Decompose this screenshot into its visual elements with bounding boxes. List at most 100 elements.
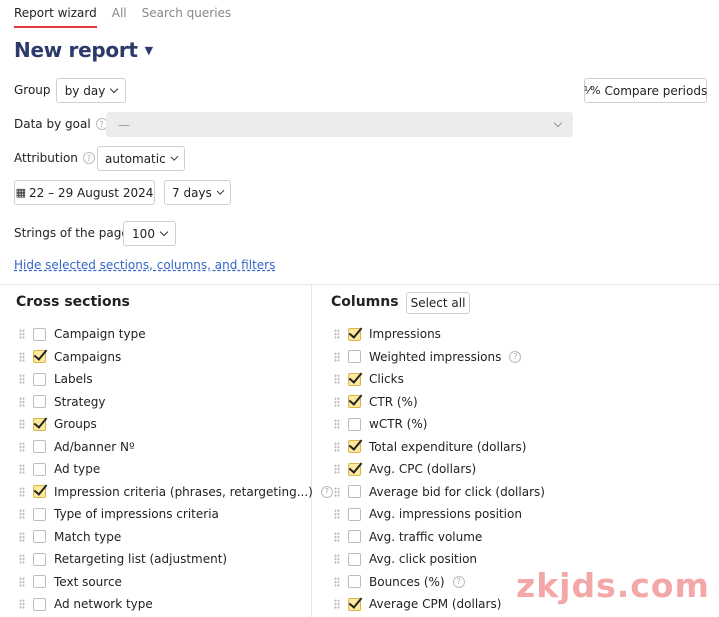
select-all-button[interactable]: Select all — [406, 292, 470, 314]
drag-handle-icon[interactable] — [334, 464, 340, 475]
checkbox[interactable] — [33, 440, 46, 454]
drag-handle-icon[interactable] — [334, 531, 340, 542]
columns-item[interactable]: Total expenditure (dollars) — [334, 436, 545, 459]
checkbox[interactable] — [348, 507, 361, 521]
checkbox[interactable] — [348, 350, 361, 364]
checkbox[interactable] — [348, 530, 361, 544]
checkbox[interactable] — [33, 350, 46, 364]
checkbox[interactable] — [348, 372, 361, 386]
columns-item[interactable]: Average bid for click (dollars) — [334, 481, 545, 504]
drag-handle-icon[interactable] — [19, 329, 25, 340]
hide-selected-link[interactable]: Hide selected sections, columns, and fil… — [14, 258, 275, 272]
drag-handle-icon[interactable] — [334, 509, 340, 520]
checkbox[interactable] — [33, 485, 46, 499]
date-range-button[interactable]: ▦ 22 – 29 August 2024 — [14, 180, 155, 205]
columns-item[interactable]: wCTR (%) — [334, 413, 545, 436]
columns-item[interactable]: Weighted impressions? — [334, 346, 545, 369]
columns-item[interactable]: CTR (%) — [334, 391, 545, 414]
drag-handle-icon[interactable] — [334, 396, 340, 407]
checkbox[interactable] — [348, 327, 361, 341]
cross_sections-item[interactable]: Type of impressions criteria — [19, 503, 333, 526]
cross_sections-item[interactable]: Retargeting list (adjustment) — [19, 548, 333, 571]
checkbox[interactable] — [33, 395, 46, 409]
cross_sections-item[interactable]: Strategy — [19, 391, 333, 414]
checkbox[interactable] — [33, 327, 46, 341]
checkbox[interactable] — [348, 485, 361, 499]
checkbox[interactable] — [348, 462, 361, 476]
checkbox[interactable] — [33, 417, 46, 431]
drag-handle-icon[interactable] — [19, 531, 25, 542]
tab-all[interactable]: All — [112, 6, 127, 28]
cross_sections-item[interactable]: Ad/banner Nº — [19, 436, 333, 459]
drag-handle-icon[interactable] — [334, 441, 340, 452]
drag-handle-icon[interactable] — [334, 599, 340, 610]
tab-report-wizard[interactable]: Report wizard — [14, 6, 97, 28]
date-range-label: 22 – 29 August 2024 — [29, 185, 154, 200]
drag-handle-icon[interactable] — [19, 419, 25, 430]
cross_sections-item[interactable]: Ad network type — [19, 593, 333, 616]
cross_sections-item[interactable]: Match type — [19, 526, 333, 549]
checkbox[interactable] — [33, 597, 46, 611]
question-circle-icon[interactable]: ? — [509, 350, 522, 363]
drag-handle-icon[interactable] — [334, 419, 340, 430]
columns-item[interactable]: Avg. impressions position — [334, 503, 545, 526]
drag-handle-icon[interactable] — [334, 329, 340, 340]
checkbox[interactable] — [348, 395, 361, 409]
drag-handle-icon[interactable] — [334, 554, 340, 565]
columns-item-label: wCTR (%) — [369, 417, 428, 432]
columns-item[interactable]: Avg. click position — [334, 548, 545, 571]
checkbox[interactable] — [33, 530, 46, 544]
drag-handle-icon[interactable] — [19, 599, 25, 610]
question-circle-icon[interactable]: ? — [452, 575, 465, 588]
drag-handle-icon[interactable] — [19, 464, 25, 475]
checkbox[interactable] — [33, 507, 46, 521]
checkbox[interactable] — [348, 417, 361, 431]
group-select[interactable]: by day — [56, 78, 126, 103]
drag-handle-icon[interactable] — [334, 351, 340, 362]
columns-item[interactable]: Avg. traffic volume — [334, 526, 545, 549]
goal-select[interactable]: — — [106, 112, 573, 137]
columns-item[interactable]: Average CPM (dollars) — [334, 593, 545, 616]
cross_sections-item[interactable]: Labels — [19, 368, 333, 391]
cross_sections-item[interactable]: Groups — [19, 413, 333, 436]
cross_sections-item[interactable]: Campaign type — [19, 323, 333, 346]
checkbox[interactable] — [348, 552, 361, 566]
drag-handle-icon[interactable] — [19, 441, 25, 452]
drag-handle-icon[interactable] — [19, 554, 25, 565]
drag-handle-icon[interactable] — [19, 374, 25, 385]
columns-item[interactable]: Bounces (%)? — [334, 571, 545, 594]
checkbox[interactable] — [33, 372, 46, 386]
columns-item[interactable]: Clicks — [334, 368, 545, 391]
cross_sections-item-label: Retargeting list (adjustment) — [54, 552, 228, 567]
report-title-dropdown[interactable]: New report ▼ — [14, 38, 153, 62]
checkbox[interactable] — [348, 440, 361, 454]
checkbox[interactable] — [33, 462, 46, 476]
question-circle-icon[interactable]: ? — [82, 152, 95, 164]
cross_sections-item[interactable]: Ad type — [19, 458, 333, 481]
tab-search-queries[interactable]: Search queries — [142, 6, 232, 28]
drag-handle-icon[interactable] — [19, 351, 25, 362]
goal-label: Data by goal — [14, 117, 91, 131]
checkbox[interactable] — [348, 575, 361, 589]
cross_sections-item[interactable]: Campaigns — [19, 346, 333, 369]
columns-item[interactable]: Impressions — [334, 323, 545, 346]
drag-handle-icon[interactable] — [334, 486, 340, 497]
drag-handle-icon[interactable] — [334, 576, 340, 587]
cross_sections-item[interactable]: Impression criteria (phrases, retargetin… — [19, 481, 333, 504]
drag-handle-icon[interactable] — [19, 509, 25, 520]
drag-handle-icon[interactable] — [19, 576, 25, 587]
drag-handle-icon[interactable] — [19, 396, 25, 407]
checkbox[interactable] — [33, 575, 46, 589]
checkbox[interactable] — [33, 552, 46, 566]
compare-periods-button[interactable]: ⅟% Compare periods — [584, 78, 707, 103]
attribution-select[interactable]: automatic — [97, 146, 185, 171]
cross_sections-item[interactable]: Text source — [19, 571, 333, 594]
drag-handle-icon[interactable] — [334, 374, 340, 385]
strings-select[interactable]: 100 — [123, 221, 176, 246]
checkbox[interactable] — [348, 597, 361, 611]
drag-handle-icon[interactable] — [19, 486, 25, 497]
columns-item[interactable]: Avg. CPC (dollars) — [334, 458, 545, 481]
question-circle-icon[interactable]: ? — [320, 485, 333, 498]
period-select[interactable]: 7 days — [164, 180, 231, 205]
strings-value: 100 — [132, 226, 155, 241]
